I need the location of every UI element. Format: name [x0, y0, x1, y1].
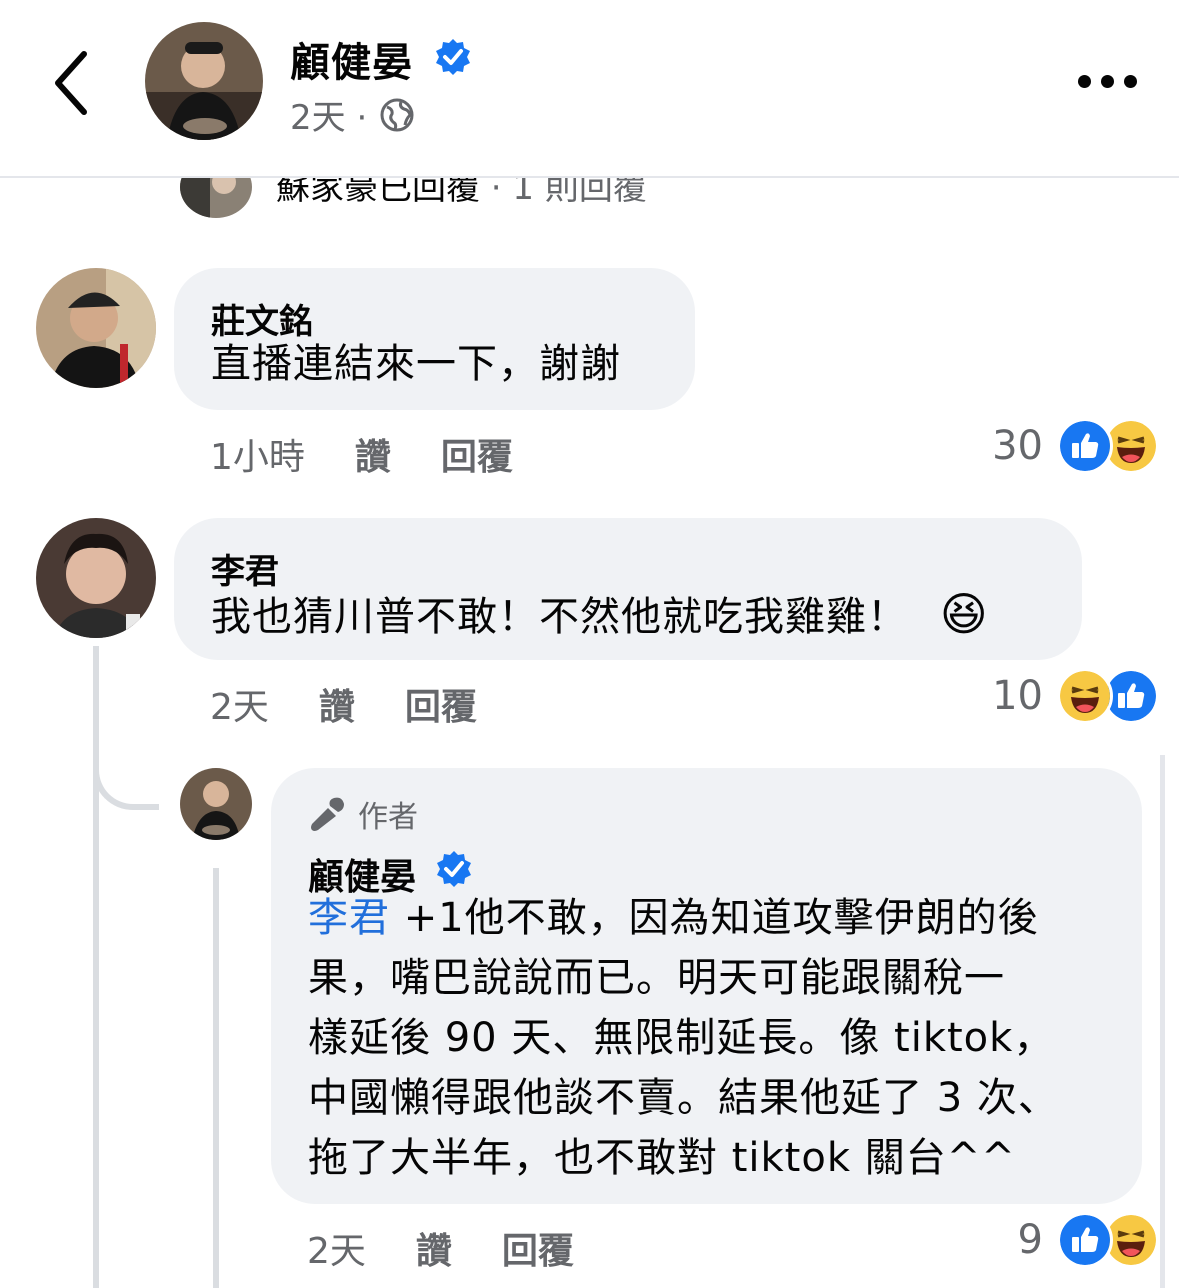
mention-link[interactable]: 李君	[308, 895, 390, 941]
reply-text: 李君 +1他不敢，因為知道攻擊伊朗的後 果，嘴巴說說而已。明天可能跟關稅一 樣延…	[308, 888, 1059, 1188]
reaction-summary[interactable]: 10	[992, 668, 1159, 724]
reply-button[interactable]: 回覆	[441, 428, 513, 480]
like-reaction-icon	[1057, 418, 1113, 474]
like-button[interactable]: 讚	[319, 678, 355, 730]
comment-text: 直播連結來一下，謝謝	[211, 341, 621, 387]
verified-badge-icon	[437, 851, 471, 887]
reaction-count: 30	[992, 423, 1043, 469]
commenter-avatar[interactable]	[36, 268, 156, 388]
reply-line: 李君 +1他不敢，因為知道攻擊伊朗的後	[308, 888, 1059, 948]
author-reply-bubble: 作者 顧健晏 李君 +1他不敢，因為知道攻擊伊朗的後 果，嘴巴說說而已。明天可能…	[271, 768, 1142, 1204]
right-edge-line	[1160, 755, 1165, 1288]
reaction-summary[interactable]: 9	[1018, 1212, 1159, 1268]
reply-line: 拖了大半年，也不敢對 tiktok 關台^^	[308, 1135, 1016, 1181]
reply-line: 樣延後 90 天、無限制延長。像 tiktok，	[308, 1015, 1055, 1061]
comment-bubble: 李君 我也猜川普不敢！不然他就吃我雞雞！ 😆	[174, 518, 1082, 660]
author-avatar[interactable]	[145, 22, 263, 140]
comment-actions: 2天 讚 回覆	[210, 678, 477, 730]
reply-thread-line	[213, 868, 219, 1288]
comment-text-body: 我也猜川普不敢！不然他就吃我雞雞！	[211, 594, 908, 640]
comment-time: 2天	[210, 687, 269, 728]
reply-line: 果，嘴巴說說而已。明天可能跟關稅一	[308, 955, 1005, 1001]
reply-line-text: +1他不敢，因為知道攻擊伊朗的後	[390, 895, 1039, 941]
reply-actions: 2天 讚 回覆	[307, 1222, 574, 1274]
like-button[interactable]: 讚	[416, 1222, 452, 1274]
grinning-squinting-emoji: 😆	[939, 587, 989, 641]
author-label: 作者	[358, 800, 418, 835]
comment-time: 1小時	[210, 437, 305, 478]
reaction-count: 9	[1017, 1217, 1043, 1263]
reaction-count: 10	[992, 673, 1043, 719]
verified-badge-icon	[436, 39, 470, 75]
author-label-row: 作者	[308, 792, 418, 836]
reaction-summary[interactable]: 30	[992, 418, 1159, 474]
post-time: 2天 ·	[290, 90, 415, 139]
post-time-text: 2天 ·	[290, 98, 368, 138]
reply-time: 2天	[307, 1231, 366, 1272]
thread-connector	[93, 740, 159, 810]
haha-reaction-icon	[1057, 668, 1113, 724]
reply-line: 中國懶得跟他談不賣。結果他延了 3 次、	[308, 1075, 1059, 1121]
microphone-icon	[311, 797, 344, 831]
back-arrow-icon[interactable]	[48, 48, 98, 118]
like-button[interactable]: 讚	[355, 428, 391, 480]
more-options-icon[interactable]	[1078, 68, 1138, 94]
author-name[interactable]: 顧健晏	[290, 30, 413, 88]
comment-text: 我也猜川普不敢！不然他就吃我雞雞！ 😆	[211, 584, 989, 647]
post-header: 顧健晏 2天 ·	[0, 0, 1179, 178]
author-reply-avatar[interactable]	[180, 768, 252, 840]
commenter-avatar[interactable]	[36, 518, 156, 638]
like-reaction-icon	[1057, 1212, 1113, 1268]
reply-button[interactable]: 回覆	[502, 1222, 574, 1274]
comment-bubble: 莊文銘 直播連結來一下，謝謝	[174, 268, 695, 410]
comment-actions: 1小時 讚 回覆	[210, 428, 513, 480]
reply-button[interactable]: 回覆	[405, 678, 477, 730]
globe-icon	[380, 98, 414, 131]
